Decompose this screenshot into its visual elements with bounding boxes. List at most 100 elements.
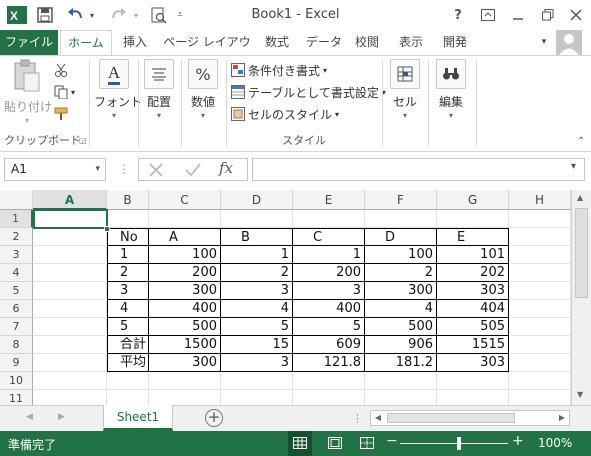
table-cell[interactable]: 300 xyxy=(365,282,437,300)
tab-split-grip-icon[interactable]: ⋮ xyxy=(352,412,363,425)
grid-cell[interactable] xyxy=(33,336,107,354)
table-cell[interactable]: 200 xyxy=(293,264,365,282)
table-cell[interactable]: 1 xyxy=(107,246,149,264)
table-cell[interactable]: 2 xyxy=(221,264,293,282)
insert-function-icon[interactable]: fx xyxy=(219,159,233,177)
table-cell[interactable]: 906 xyxy=(365,336,437,354)
table-cell[interactable]: 5 xyxy=(293,318,365,336)
zoom-in-button[interactable]: + xyxy=(512,433,524,449)
close-icon[interactable] xyxy=(566,4,586,26)
minimize-icon[interactable] xyxy=(508,4,528,26)
cell-styles-button[interactable]: セルのスタイル ▾ xyxy=(231,104,339,124)
grid-cell[interactable] xyxy=(107,372,149,390)
grid-cell[interactable] xyxy=(437,210,509,228)
table-cell[interactable]: 300 xyxy=(149,354,221,372)
column-header[interactable]: F xyxy=(365,190,437,210)
grid-cell[interactable] xyxy=(33,318,107,336)
table-cell[interactable]: 303 xyxy=(437,282,509,300)
grid-cell[interactable] xyxy=(509,354,571,372)
name-box-dropdown-icon[interactable]: ▾ xyxy=(95,159,100,180)
grid-cell[interactable] xyxy=(509,318,571,336)
tab-page-layout[interactable]: ページ レイアウト xyxy=(160,30,254,74)
column-header[interactable]: G xyxy=(437,190,509,210)
selected-cell-a1[interactable] xyxy=(33,209,108,229)
table-cell[interactable]: 181.2 xyxy=(365,354,437,372)
grid-cell[interactable] xyxy=(33,354,107,372)
dialog-launcher-icon[interactable]: ◲ xyxy=(79,136,87,145)
cells-button[interactable]: セル ▾ xyxy=(386,59,424,120)
table-header-cell[interactable]: C xyxy=(293,228,365,246)
restore-icon[interactable] xyxy=(538,4,558,26)
table-cell[interactable]: 3 xyxy=(221,282,293,300)
grid-cell[interactable] xyxy=(293,210,365,228)
grid-cell[interactable] xyxy=(33,228,107,246)
ribbon-display-options-icon[interactable] xyxy=(478,4,498,26)
scroll-right-icon[interactable]: ▶ xyxy=(555,411,569,425)
table-cell[interactable]: 1 xyxy=(293,246,365,264)
table-cell[interactable]: 1 xyxy=(221,246,293,264)
table-cell[interactable]: 500 xyxy=(365,318,437,336)
row-header[interactable]: 2 xyxy=(0,228,33,246)
tab-view[interactable]: 表示 xyxy=(394,30,428,55)
table-cell[interactable]: 4 xyxy=(221,300,293,318)
tab-developer[interactable]: 開発 xyxy=(438,30,472,55)
help-icon[interactable]: ? xyxy=(450,4,466,26)
scroll-down-icon[interactable]: ▼ xyxy=(577,390,583,399)
table-cell[interactable]: 2 xyxy=(107,264,149,282)
tab-home[interactable]: ホーム xyxy=(60,30,112,56)
scroll-up-icon[interactable]: ▲ xyxy=(577,193,583,202)
enter-check-icon[interactable] xyxy=(185,163,201,177)
table-cell[interactable]: 1500 xyxy=(149,336,221,354)
table-cell[interactable]: 505 xyxy=(437,318,509,336)
row-header[interactable]: 3 xyxy=(0,246,33,264)
copy-button[interactable]: ▾ xyxy=(54,82,75,102)
row-header[interactable]: 9 xyxy=(0,354,33,372)
number-format-button[interactable]: % 数値 ▾ xyxy=(184,59,222,120)
table-cell[interactable]: 400 xyxy=(149,300,221,318)
tab-review[interactable]: 校閲 xyxy=(352,30,382,55)
grid-cell[interactable] xyxy=(33,300,107,318)
grid-cell[interactable] xyxy=(293,372,365,390)
grid-cell[interactable] xyxy=(149,372,221,390)
grid-cell[interactable] xyxy=(33,246,107,264)
tab-formulas[interactable]: 数式 xyxy=(260,30,294,55)
column-header[interactable]: A xyxy=(33,190,107,210)
formula-input[interactable] xyxy=(252,158,585,181)
fill-handle[interactable] xyxy=(104,226,110,232)
table-cell[interactable]: 100 xyxy=(149,246,221,264)
grid-cell[interactable] xyxy=(509,246,571,264)
table-cell[interactable]: 15 xyxy=(221,336,293,354)
table-header-cell[interactable]: D xyxy=(365,228,437,246)
grid-cell[interactable] xyxy=(365,372,437,390)
table-header-cell[interactable]: A xyxy=(149,228,221,246)
horizontal-scroll-thumb[interactable] xyxy=(387,413,515,423)
table-cell[interactable]: 4 xyxy=(107,300,149,318)
grid-cell[interactable] xyxy=(509,264,571,282)
table-cell[interactable]: 5 xyxy=(221,318,293,336)
table-cell[interactable]: 202 xyxy=(437,264,509,282)
table-cell[interactable]: 100 xyxy=(365,246,437,264)
format-as-table-button[interactable]: テーブルとして書式設定 ▾ xyxy=(231,82,386,102)
row-header[interactable]: 5 xyxy=(0,282,33,300)
vertical-scrollbar[interactable]: ▲ ▼ xyxy=(571,190,591,405)
grid-cell[interactable] xyxy=(33,282,107,300)
sheet-tab-sheet1[interactable]: Sheet1 xyxy=(103,405,173,431)
name-box[interactable]: A1 ▾ xyxy=(4,158,106,181)
avatar[interactable] xyxy=(556,30,582,55)
new-sheet-icon[interactable]: + xyxy=(205,409,223,427)
zoom-slider[interactable] xyxy=(400,443,508,444)
zoom-level[interactable]: 100% xyxy=(538,436,572,450)
column-header[interactable]: E xyxy=(293,190,365,210)
page-layout-view-icon[interactable] xyxy=(328,437,342,449)
table-cell[interactable]: 101 xyxy=(437,246,509,264)
table-cell[interactable]: 3 xyxy=(221,354,293,372)
font-button[interactable]: A フォント ▾ xyxy=(94,59,142,120)
column-header[interactable]: D xyxy=(221,190,293,210)
cancel-icon[interactable] xyxy=(149,163,163,177)
grid-cell[interactable] xyxy=(509,336,571,354)
table-cell[interactable]: 合計 xyxy=(107,336,149,354)
paste-button[interactable]: 貼り付け ▾ xyxy=(4,59,52,125)
table-cell[interactable]: 404 xyxy=(437,300,509,318)
grid-cell[interactable] xyxy=(509,228,571,246)
page-break-preview-icon[interactable] xyxy=(360,437,374,449)
